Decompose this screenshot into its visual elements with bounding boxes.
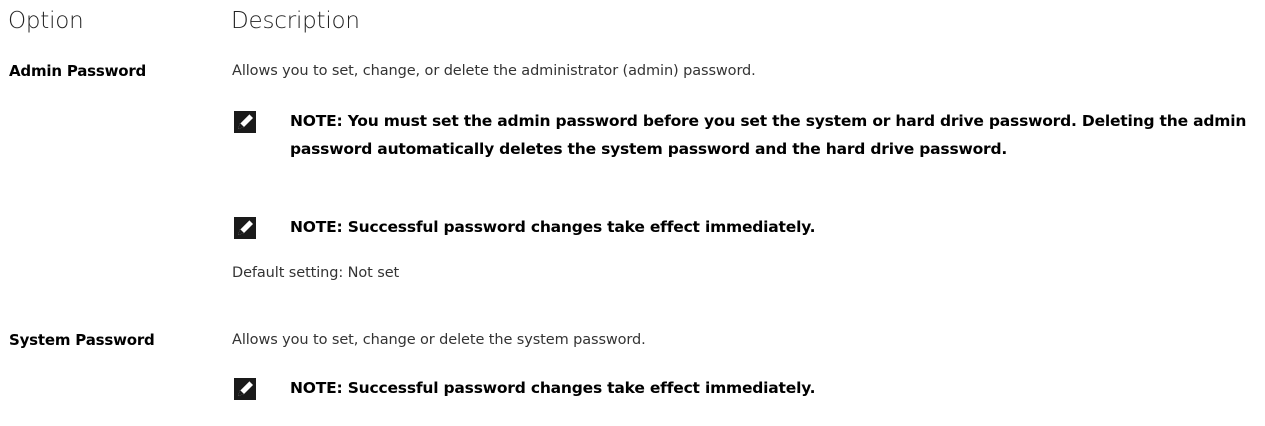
pencil-note-icon — [232, 376, 258, 402]
options-table: Option Description Admin Password Allows… — [0, 0, 1265, 426]
pencil-note-icon — [232, 109, 258, 135]
column-header-option: Option — [8, 8, 84, 34]
description-system-password: Allows you to set, change or delete the … — [232, 332, 646, 348]
note-text: NOTE: You must set the admin password be… — [290, 112, 1247, 158]
option-name-system-password: System Password — [9, 331, 155, 349]
default-setting-admin-password: Default setting: Not set — [232, 265, 400, 281]
note-text: NOTE: Successful password changes take e… — [290, 218, 816, 236]
column-header-description: Description — [231, 8, 360, 34]
description-admin-password: Allows you to set, change, or delete the… — [232, 63, 756, 79]
pencil-note-icon — [232, 215, 258, 241]
note-text: NOTE: Successful password changes take e… — [290, 379, 816, 397]
option-name-admin-password: Admin Password — [9, 62, 147, 80]
